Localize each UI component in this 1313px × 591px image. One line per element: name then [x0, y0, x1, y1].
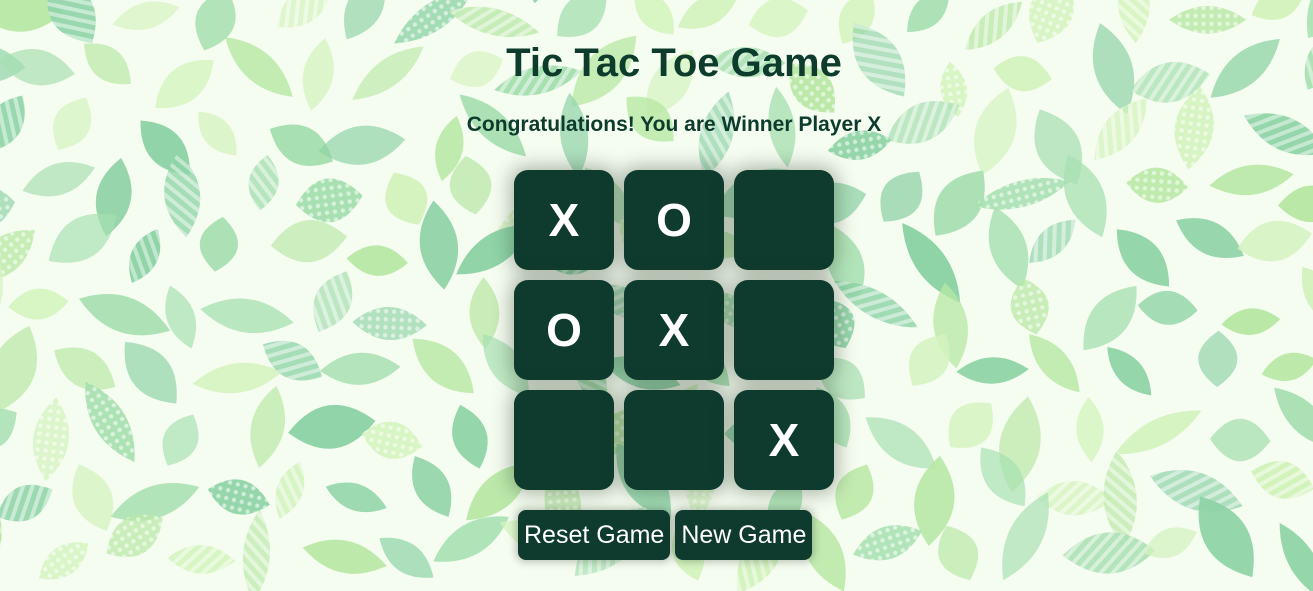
- board-cell-2[interactable]: O: [624, 170, 724, 270]
- page-title: Tic Tac Toe Game: [506, 41, 842, 85]
- board-cell-3[interactable]: [734, 170, 834, 270]
- board-cell-4[interactable]: O: [514, 280, 614, 380]
- game-controls: Reset Game New Game: [518, 510, 813, 560]
- board-cell-7[interactable]: [514, 390, 614, 490]
- board-cell-8[interactable]: [624, 390, 724, 490]
- winner-message: Congratulations! You are Winner Player X: [466, 113, 882, 136]
- new-game-button[interactable]: New Game: [675, 510, 813, 560]
- board-cell-6[interactable]: [734, 280, 834, 380]
- board-cell-5[interactable]: X: [624, 280, 724, 380]
- board-cell-9[interactable]: X: [734, 390, 834, 490]
- board-cell-1[interactable]: X: [514, 170, 614, 270]
- game-container: Tic Tac Toe Game Congratulations! You ar…: [0, 0, 1313, 591]
- reset-game-button[interactable]: Reset Game: [518, 510, 671, 560]
- game-board: X O O X X: [514, 170, 834, 490]
